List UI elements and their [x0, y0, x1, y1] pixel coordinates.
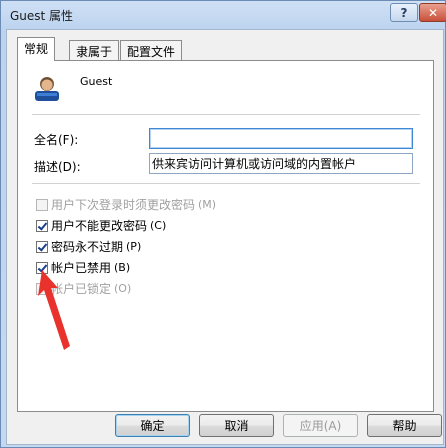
properties-dialog: Guest 属性 ? ✕ 常规 隶属于 配置文件 Guest 全名(F): 描述…: [0, 0, 446, 448]
user-account-icon: [35, 77, 59, 101]
divider: [32, 183, 420, 184]
question-mark-icon: ?: [400, 5, 408, 20]
title-bar[interactable]: Guest 属性 ? ✕: [1, 1, 446, 29]
button-label: 帮助: [392, 419, 417, 433]
description-text: 供来宾访问计算机或访问域的内置帐户: [152, 157, 357, 171]
checkbox-label: 帐户已锁定: [51, 282, 112, 296]
button-label: 应用(A): [299, 419, 342, 433]
cannot-change-password-checkbox[interactable]: 用户不能更改密码 (C): [36, 217, 166, 234]
checkbox-box: [36, 282, 48, 295]
help-button[interactable]: 帮助: [367, 414, 442, 437]
window-title: Guest 属性: [10, 9, 74, 23]
fullname-label: 全名(F):: [34, 133, 79, 147]
checkbox-label: 用户下次登录时须更改密码: [51, 198, 196, 212]
help-title-button[interactable]: ?: [390, 3, 418, 22]
general-tab-panel: Guest 全名(F): 描述(D): 供来宾访问计算机或访问域的内置帐户 用户…: [17, 60, 434, 412]
account-locked-checkbox[interactable]: 帐户已锁定 (O): [36, 280, 131, 297]
tab-member-of[interactable]: 隶属于: [69, 40, 120, 60]
apply-button[interactable]: 应用(A): [283, 414, 358, 437]
button-label: 取消: [224, 419, 249, 433]
divider: [32, 114, 420, 115]
checkbox-hotkey: (B): [114, 261, 131, 274]
close-icon: ✕: [427, 5, 439, 20]
checkbox-hotkey: (M): [198, 198, 217, 211]
close-button[interactable]: ✕: [419, 3, 446, 22]
ok-button[interactable]: 确定: [115, 414, 190, 437]
checkbox-box: [36, 198, 48, 211]
checkbox-label: 密码永不过期: [51, 240, 124, 254]
checkbox-label: 用户不能更改密码: [51, 219, 148, 233]
checkbox-box: [36, 261, 48, 274]
checkbox-label: 帐户已禁用: [51, 261, 112, 275]
button-label: 确定: [140, 419, 165, 433]
checkbox-hotkey: (P): [126, 240, 142, 253]
tab-label: 常规: [24, 42, 49, 56]
checkbox-hotkey: (C): [150, 219, 167, 232]
tab-profile[interactable]: 配置文件: [120, 40, 183, 60]
cancel-button[interactable]: 取消: [199, 414, 274, 437]
password-never-expires-checkbox[interactable]: 密码永不过期 (P): [36, 238, 141, 255]
account-disabled-checkbox[interactable]: 帐户已禁用 (B): [36, 259, 130, 276]
username-text: Guest: [80, 75, 113, 88]
dialog-client: 常规 隶属于 配置文件 Guest 全名(F): 描述(D): 供来宾访问计算机…: [6, 29, 444, 445]
tab-general[interactable]: 常规: [17, 37, 56, 61]
tab-label: 配置文件: [127, 45, 176, 59]
must-change-password-checkbox[interactable]: 用户下次登录时须更改密码 (M): [36, 196, 216, 213]
checkbox-box: [36, 219, 48, 232]
checkbox-hotkey: (O): [114, 282, 132, 295]
description-label: 描述(D):: [34, 160, 81, 174]
fullname-input[interactable]: [149, 128, 413, 149]
checkbox-box: [36, 240, 48, 253]
tab-label: 隶属于: [76, 45, 113, 59]
description-input[interactable]: 供来宾访问计算机或访问域的内置帐户: [149, 153, 413, 174]
